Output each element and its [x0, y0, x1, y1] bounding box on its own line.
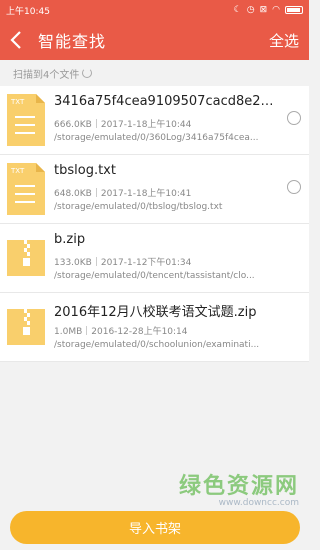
file-size: 1.0MB: [54, 327, 83, 337]
file-meta: 133.0KB 2017-1-12下午01:34: [54, 255, 191, 268]
zip-file-icon: [7, 240, 45, 276]
wifi-icon: ◠: [272, 5, 280, 15]
file-path: /storage/emulated/0/schoolunion/examinat…: [54, 340, 260, 350]
status-bar: 上午10:45 ☾ ◷ ⊠ ◠: [0, 0, 309, 20]
back-icon[interactable]: [10, 29, 28, 51]
file-size: 648.0KB: [54, 189, 92, 199]
page-title: 智能查找: [38, 32, 107, 51]
file-row-4[interactable]: 2016年12月八校联考语文试题.zip 1.0MB 2016-12-28上午10…: [0, 293, 309, 362]
status-icons: ☾ ◷ ⊠ ◠: [234, 5, 303, 15]
txt-file-icon: TXT: [7, 163, 45, 215]
file-type-label: TXT: [10, 167, 25, 175]
file-size: 133.0KB: [54, 258, 92, 268]
zip-file-icon: [7, 309, 45, 345]
status-time: 上午10:45: [6, 6, 50, 17]
scan-status-text: 扫描到4个文件: [13, 69, 80, 81]
file-date: 2017-1-12下午01:34: [100, 258, 192, 268]
file-date: 2016-12-28上午10:14: [91, 327, 188, 337]
txt-file-icon: TXT: [7, 94, 45, 146]
alarm-icon: ◷: [246, 5, 255, 15]
file-name: tbslog.txt: [54, 163, 116, 178]
file-type-label: TXT: [10, 98, 25, 106]
file-row-1[interactable]: TXT 3416a75f4cea9109507cacd8e2f... 666.0…: [0, 86, 309, 155]
file-path: /storage/emulated/0/360Log/3416a75f4cea.…: [54, 133, 259, 143]
watermark-url: www.downcc.com: [218, 498, 299, 508]
file-list: TXT 3416a75f4cea9109507cacd8e2f... 666.0…: [0, 86, 309, 362]
file-path: /storage/emulated/0/tencent/tassistant/c…: [54, 271, 255, 281]
import-to-bookshelf-button[interactable]: 导入书架: [10, 511, 300, 544]
loading-spinner-icon: [82, 68, 93, 78]
file-name: 3416a75f4cea9109507cacd8e2f...: [54, 94, 274, 109]
file-size: 666.0KB: [54, 120, 92, 130]
file-meta: 1.0MB 2016-12-28上午10:14: [54, 324, 188, 337]
select-checkbox[interactable]: [287, 111, 301, 125]
file-date: 2017-1-18上午10:44: [100, 120, 192, 130]
select-all-button[interactable]: 全选: [269, 30, 299, 51]
file-row-3[interactable]: b.zip 133.0KB 2017-1-12下午01:34 /storage/e…: [0, 224, 309, 293]
app-bar: 智能查找 全选: [0, 20, 309, 60]
file-name: 2016年12月八校联考语文试题.zip: [54, 305, 257, 320]
file-path: /storage/emulated/0/tbslog/tbslog.txt: [54, 202, 223, 212]
file-date: 2017-1-18上午10:41: [100, 189, 192, 199]
import-button-label: 导入书架: [128, 522, 181, 537]
select-checkbox[interactable]: [287, 180, 301, 194]
watermark-logo-text: 绿色资源网: [178, 474, 299, 499]
file-meta: 648.0KB 2017-1-18上午10:41: [54, 186, 191, 199]
watermark: 绿色资源网 www.downcc.com: [179, 468, 299, 508]
battery-icon: [285, 6, 303, 14]
moon-icon: ☾: [233, 5, 242, 15]
file-meta: 666.0KB 2017-1-18上午10:44: [54, 117, 191, 130]
scan-status: 扫描到4个文件: [0, 60, 309, 86]
file-row-2[interactable]: TXT tbslog.txt 648.0KB 2017-1-18上午10:41 /…: [0, 155, 309, 224]
notification-icon: ⊠: [259, 5, 268, 15]
file-name: b.zip: [54, 232, 86, 247]
